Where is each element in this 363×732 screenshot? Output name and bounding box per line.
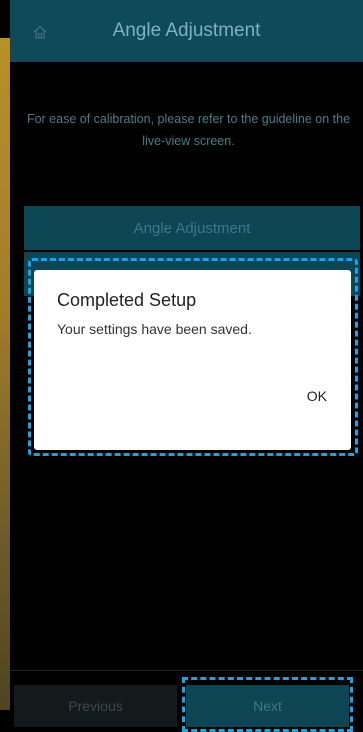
left-edge-strip bbox=[0, 38, 10, 710]
home-icon[interactable] bbox=[32, 24, 48, 40]
guide-text: For ease of calibration, please refer to… bbox=[26, 112, 351, 148]
ok-button[interactable]: OK bbox=[305, 384, 329, 408]
dialog-title: Completed Setup bbox=[57, 290, 197, 310]
header-bar: Angle Adjustment bbox=[10, 0, 363, 62]
page-title: Angle Adjustment bbox=[112, 20, 261, 41]
next-button-highlight bbox=[182, 677, 353, 732]
dialog-message: Your settings have been saved. bbox=[57, 321, 252, 337]
completed-setup-dialog: Completed Setup Your settings have been … bbox=[34, 270, 351, 450]
app-screen: Angle Adjustment For ease of calibration… bbox=[10, 0, 363, 732]
angle-adjustment-button[interactable]: Angle Adjustment bbox=[24, 206, 360, 250]
previous-button[interactable]: Previous bbox=[14, 685, 177, 727]
